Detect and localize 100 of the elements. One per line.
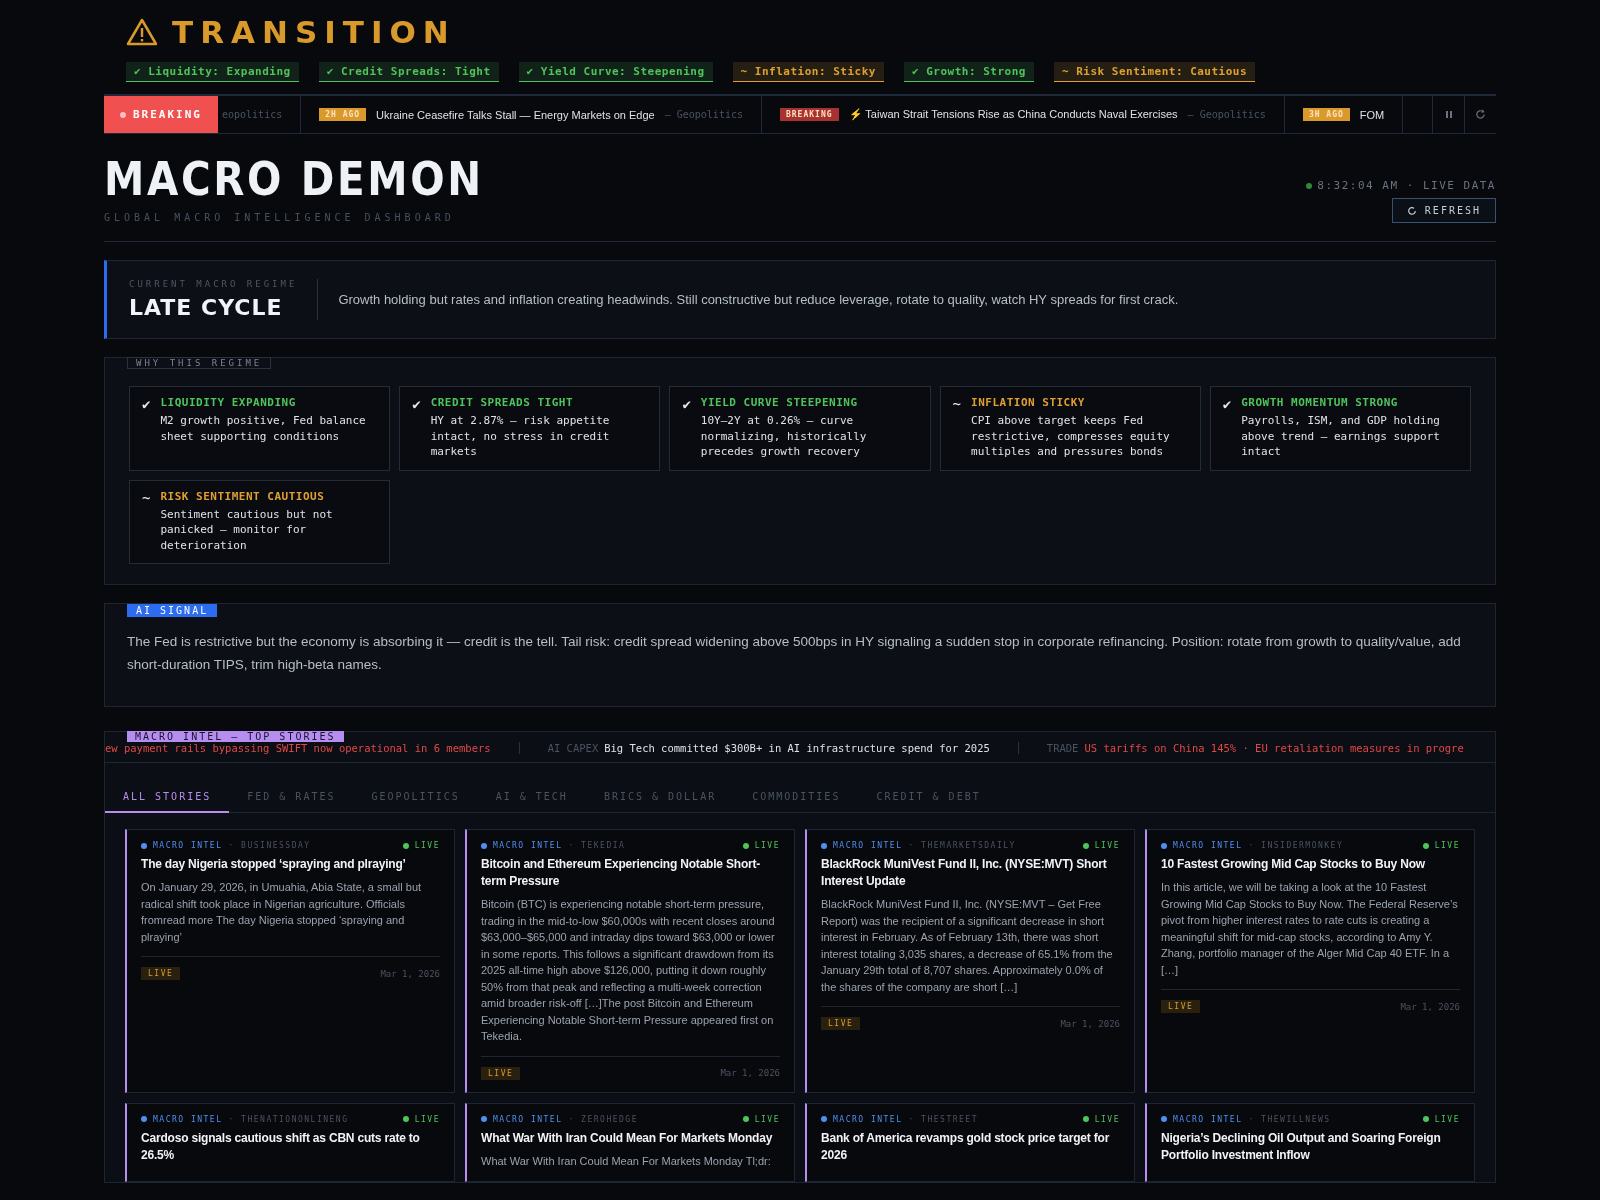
news-headline[interactable]: FOM	[1359, 108, 1385, 121]
factor-mark: ✔	[682, 396, 691, 414]
story-title: 10 Fastest Growing Mid Cap Stocks to Buy Now	[1161, 856, 1426, 873]
story-excerpt: In this article, we will be taking a look at the 10 Fastest Growing Mid Cap Stocks to Buy Now. The Federal Reserve’s pivot from higher interest rates to rate cuts is creating a meaningful shift for mid-cap stocks, according to Amy Y. Zhang, portfolio manager of the Alger Mid Cap 40 ETF. In a […]	[1161, 880, 1459, 978]
factor-title: LIQUIDITY EXPANDING	[160, 396, 297, 409]
live-status: LIVE	[754, 841, 780, 850]
regime-title: TRANSITION	[172, 14, 456, 50]
story-title: Cardoso signals cautious shift as CBN cuts rate to 26.5%	[141, 1129, 421, 1164]
story-source: · THESTREET	[908, 1114, 979, 1124]
story-source: · TEKEDIA	[568, 841, 627, 850]
news-category: eopolitics	[222, 109, 283, 120]
signal-pill: ✔ Yield Curve: Steepening	[518, 62, 713, 82]
live-status: LIVE	[1094, 1114, 1120, 1124]
factor-text: HY at 2.87% — risk appetite intact, no stress in credit markets	[430, 413, 611, 460]
factor-text: Sentiment cautious but not panicked — monitor for deterioration	[160, 506, 334, 553]
signal-pill: ✔ Liquidity: Expanding	[126, 62, 299, 82]
news-badge: BREAKING	[780, 108, 839, 121]
app-subtitle: GLOBAL MACRO INTELLIGENCE DASHBOARD	[104, 212, 456, 223]
factor-mark: ~	[142, 489, 151, 508]
feed-label: MACRO INTEL	[493, 1114, 563, 1124]
story-source: · THEWILLNEWS	[1248, 1114, 1332, 1124]
news-badge: 3H AGO	[1302, 108, 1350, 121]
story-title: What War With Iran Could Mean For Markets Monday	[481, 1129, 774, 1147]
live-badge: LIVE	[1161, 1000, 1201, 1013]
story-date: Mar 1, 2026	[1400, 1001, 1460, 1012]
story-source: · BUSINESSDAY	[228, 841, 312, 850]
live-badge: LIVE	[821, 1017, 861, 1030]
factor-mark: ✔	[1222, 396, 1232, 414]
live-status: LIVE	[1434, 841, 1460, 850]
feed-label: MACRO INTEL	[1173, 1114, 1243, 1124]
news-headline[interactable]: ⚡ Taiwan Strait Tensions Rise as China Conducts Naval Exercises	[848, 108, 1178, 121]
news-badge: 2H AGO	[319, 108, 367, 121]
signal-pill: ✔ Credit Spreads: Tight	[318, 62, 499, 82]
factor-title: GROWTH MOMENTUM STRONG	[1241, 396, 1399, 409]
factor-title: YIELD CURVE STEEPENING	[700, 396, 859, 409]
feed-label: MACRO INTEL	[493, 841, 563, 850]
factor-text: 10Y–2Y at 0.26% — curve normalizing, historically precedes growth recovery	[700, 413, 868, 460]
news-category: — Geopolitics	[1187, 109, 1266, 120]
story-title: Nigeria’s Declining Oil Output and Soaring Foreign Portfolio Investment Inflow	[1161, 1129, 1442, 1164]
story-excerpt: BlackRock MuniVest Fund II, Inc. (NYSE:MVT – Get Free Report) was the recipient of a significant decrease in short interest in February. As of February 13th, there was short interest totaling 3,035 shares, a decrease of 65.1% from the January 29th total of 8,707 shares. Approximately 0.0% of the shares of the company are short […]	[821, 897, 1114, 995]
factor-mark: ~	[952, 396, 962, 414]
signal-pill: ✔ Growth: Strong	[903, 62, 1034, 82]
live-status: LIVE	[754, 1114, 780, 1124]
live-status: LIVE	[414, 841, 440, 850]
ticker-text: US tariffs on China 145% · EU retaliation measures in progre	[1084, 742, 1464, 754]
story-excerpt: Bitcoin (BTC) is experiencing notable short-term pressure, trading in the mid-to-low $60,000s with recent closes around $63,000–$65,000 and intraday dips toward $63,000 or lower in some reports. This follows a significant drawdown from its 2025 all-time high above $126,000, putting it down roughly 50% from that peak and reflecting a multi-week correction amid broader risk-off […]The post Bitcoin and Ethereum Experiencing Notable Short-term Pressure appeared first on Tekedia.	[481, 897, 776, 1044]
story-title: Bank of America revamps gold stock price target for 2026	[821, 1129, 1111, 1164]
story-card[interactable]: MACRO INTEL · ZEROHEDGE LIVE What War With Iran Could Mean For Markets Monday What War With Iran Could Mean For Markets Monday Tl;dr:	[465, 1102, 795, 1182]
story-title: Bitcoin and Ethereum Experiencing Notable Short-term Pressure	[481, 856, 762, 890]
story-date: Mar 1, 2026	[380, 968, 440, 979]
live-status: 8:32:04 AM · LIVE DATA	[1317, 179, 1496, 192]
news-headline[interactable]: Ukraine Ceasefire Talks Stall — Energy Markets on Edge	[376, 108, 655, 121]
ticker-tag: AI CAPEX	[547, 742, 599, 754]
factor-text: M2 growth positive, Fed balance sheet supporting conditions	[160, 413, 367, 444]
regime-name: LATE CYCLE	[129, 295, 284, 320]
factor-title: CREDIT SPREADS TIGHT	[430, 396, 575, 409]
category-tab[interactable]: ALL STORIES	[105, 781, 230, 813]
story-date: Mar 1, 2026	[720, 1068, 780, 1078]
ai-signal-label: AI SIGNAL	[127, 604, 218, 617]
ticker-tag: TRADE	[1046, 742, 1079, 754]
live-badge: LIVE	[481, 1066, 521, 1080]
stories-label: MACRO INTEL — TOP STORIES	[127, 731, 344, 742]
story-source: · ZEROHEDGE	[568, 1114, 639, 1124]
breaking-label: BREAKING	[104, 96, 218, 133]
factor-mark: ✔	[142, 396, 151, 414]
factor-title: INFLATION STICKY	[971, 396, 1086, 409]
live-status: LIVE	[1094, 841, 1120, 850]
signal-pill: ~ Inflation: Sticky	[732, 62, 884, 82]
story-source: · THENATIONONLINENG	[228, 1114, 350, 1124]
story-excerpt: On January 29, 2026, in Umuahia, Abia State, a small but radical shift took place in Nigerian agriculture. Officials fromread more The day Nigeria stopped ‘spraying and plraying’	[141, 880, 423, 945]
factor-text: Payrolls, ISM, and GDP holding above trend — earnings support intact	[1241, 413, 1441, 460]
story-source: · THEMARKETSDAILY	[908, 841, 1017, 850]
feed-label: MACRO INTEL	[1173, 841, 1243, 850]
story-card[interactable]: MACRO INTEL · THEWILLNEWS LIVE Nigeria’s Declining Oil Output and Soaring Foreign Portfolio Investment Inflow	[1145, 1102, 1475, 1182]
live-status: LIVE	[1434, 1114, 1460, 1124]
signal-pill: ~ Risk Sentiment: Cautious	[1053, 62, 1256, 82]
story-card[interactable]: MACRO INTEL · THENATIONONLINENG LIVE Cardoso signals cautious shift as CBN cuts rate to 26.5%	[125, 1102, 455, 1182]
story-card[interactable]: MACRO INTEL · THESTREET LIVE Bank of America revamps gold stock price target for 2026	[805, 1102, 1135, 1182]
factor-title: RISK SENTIMENT CAUTIOUS	[160, 489, 326, 503]
feed-label: MACRO INTEL	[153, 1114, 223, 1124]
story-source: · INSIDERMONKEY	[1248, 841, 1345, 850]
ticker-text: ew payment rails bypassing SWIFT now operational in 6 members	[105, 742, 491, 754]
story-title: The day Nigeria stopped ‘spraying and plraying’	[141, 856, 407, 873]
live-badge: LIVE	[141, 967, 181, 980]
factor-text: CPI above target keeps Fed restrictive, compresses equity multiples and pressures bonds	[971, 413, 1171, 460]
feed-label: MACRO INTEL	[153, 841, 223, 850]
story-date: Mar 1, 2026	[1060, 1018, 1120, 1029]
feed-label: MACRO INTEL	[833, 841, 903, 850]
regime-summary: Growth holding but rates and inflation creating headwinds. Still constructive but reduce leverage, rotate to quality, watch HY spreads for first crack.	[338, 292, 1179, 307]
story-title: BlackRock MuniVest Fund II, Inc. (NYSE:MVT) Short Interest Update	[821, 856, 1108, 890]
regime-label: CURRENT MACRO REGIME	[129, 279, 298, 289]
live-status: LIVE	[414, 1114, 440, 1124]
section-label: WHY THIS REGIME	[127, 357, 272, 369]
factor-mark: ✔	[412, 396, 421, 414]
feed-label: MACRO INTEL	[833, 1114, 903, 1124]
refresh-button[interactable]: REFRESH	[1391, 198, 1496, 223]
ticker-text: Big Tech committed $300B+ in AI infrastructure spend for 2025	[604, 742, 990, 754]
ai-signal-text: The Fed is restrictive but the economy is absorbing it — credit is the tell. Tail risk: credit spread widening above 500bps in HY signaling a sudden stop in corporate refinancing. Position: rotate from growth to quality/value, add short-duration TIPS, trim high-beta names.	[127, 633, 1462, 674]
app-title: MACRO DEMON	[104, 156, 484, 202]
news-category: — Geopolitics	[664, 109, 743, 120]
